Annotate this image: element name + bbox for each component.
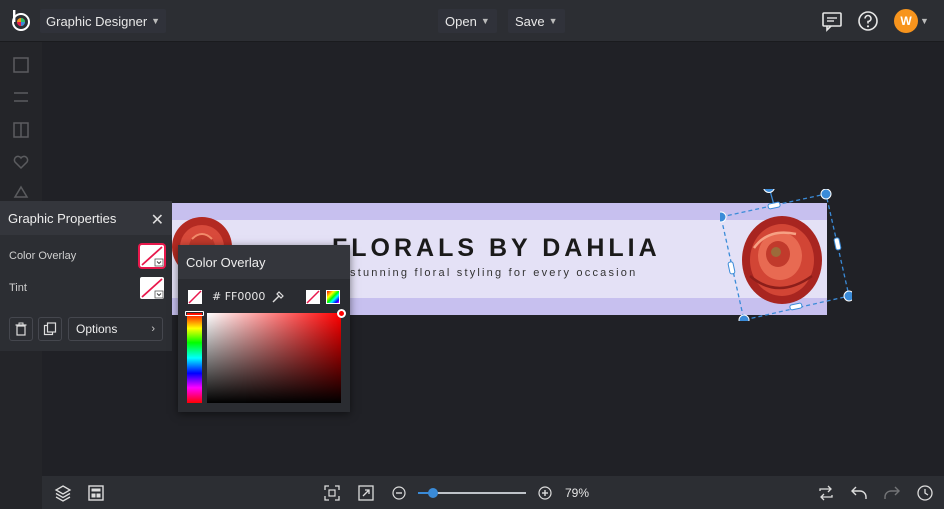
- no-color-icon: [141, 246, 164, 267]
- flip-icon[interactable]: [817, 484, 835, 502]
- eyedropper-icon[interactable]: [271, 290, 285, 304]
- image-icon[interactable]: [12, 56, 30, 74]
- mode-label: Graphic Designer: [46, 13, 148, 29]
- open-button[interactable]: Open ▼: [438, 9, 497, 33]
- options-label: Options: [76, 322, 118, 336]
- color-overlay-title: Color Overlay: [178, 245, 350, 279]
- chevron-down-icon: ▼: [548, 16, 558, 26]
- selection-frame[interactable]: [720, 189, 852, 321]
- chevron-down-icon: ▼: [151, 16, 161, 26]
- graphic-properties-header: Graphic Properties ✕: [0, 201, 172, 235]
- layers-icon[interactable]: [54, 484, 72, 502]
- hue-slider[interactable]: [187, 313, 202, 403]
- hex-value: FF0000: [224, 290, 266, 303]
- zoom-slider-handle[interactable]: [428, 488, 438, 498]
- redo-icon[interactable]: [883, 484, 901, 502]
- color-overlay-popup: Color Overlay # FF0000: [178, 245, 350, 412]
- tint-swatch[interactable]: [140, 277, 164, 299]
- hex-input[interactable]: # FF0000: [212, 290, 265, 303]
- chevron-down-icon[interactable]: ▼: [920, 16, 929, 26]
- close-icon[interactable]: ✕: [151, 210, 164, 230]
- help-icon[interactable]: [857, 10, 879, 32]
- color-overlay-swatch[interactable]: [140, 245, 164, 267]
- color-palette-icon[interactable]: [326, 290, 340, 304]
- trash-icon: [15, 322, 27, 336]
- color-picker-handle[interactable]: [337, 309, 346, 318]
- banner-title[interactable]: FLORALS BY DAHLIA: [332, 234, 661, 263]
- template-icon[interactable]: [87, 484, 105, 502]
- duplicate-button[interactable]: [38, 317, 62, 341]
- feedback-icon[interactable]: [821, 10, 843, 32]
- history-icon[interactable]: [916, 484, 934, 502]
- graphic-properties-title: Graphic Properties: [8, 210, 117, 226]
- color-overlay-label: Color Overlay: [9, 250, 77, 262]
- user-avatar[interactable]: W: [894, 9, 918, 33]
- actual-size-icon[interactable]: [357, 484, 375, 502]
- open-label: Open: [445, 13, 477, 29]
- zoom-out-icon[interactable]: [390, 484, 408, 502]
- graphic-properties-panel: Graphic Properties ✕ Color Overlay Tint …: [0, 201, 172, 351]
- options-button[interactable]: Options ›: [68, 317, 163, 341]
- no-color-icon: [188, 290, 202, 304]
- mode-dropdown[interactable]: Graphic Designer ▼: [40, 9, 167, 33]
- zoom-in-icon[interactable]: [536, 484, 554, 502]
- transparent-swatch[interactable]: [306, 290, 320, 304]
- hex-prefix: #: [212, 290, 222, 303]
- tint-label: Tint: [9, 282, 27, 294]
- heart-icon[interactable]: [12, 153, 30, 171]
- saturation-value-picker[interactable]: [207, 313, 341, 403]
- duplicate-icon: [43, 322, 57, 336]
- chevron-right-icon: ›: [151, 323, 155, 335]
- chevron-down-icon: ▼: [480, 16, 490, 26]
- hue-slider-handle[interactable]: [185, 311, 204, 316]
- zoom-level: 79%: [565, 486, 590, 500]
- no-color-button[interactable]: [188, 290, 202, 304]
- top-bar: Graphic Designer ▼ Open ▼ Save ▼ W ▼: [0, 0, 944, 42]
- layout-icon[interactable]: [12, 121, 30, 139]
- adjust-icon[interactable]: [12, 88, 30, 106]
- no-color-icon: [141, 278, 164, 299]
- undo-icon[interactable]: [850, 484, 868, 502]
- fit-to-screen-icon[interactable]: [323, 484, 341, 502]
- banner-subtitle[interactable]: stunning floral styling for every occasi…: [350, 267, 637, 279]
- no-color-icon: [306, 290, 320, 304]
- delete-button[interactable]: [9, 317, 33, 341]
- befunky-logo-icon[interactable]: [10, 9, 32, 31]
- shape-icon[interactable]: [12, 184, 30, 202]
- save-label: Save: [515, 13, 545, 29]
- save-button[interactable]: Save ▼: [508, 9, 565, 33]
